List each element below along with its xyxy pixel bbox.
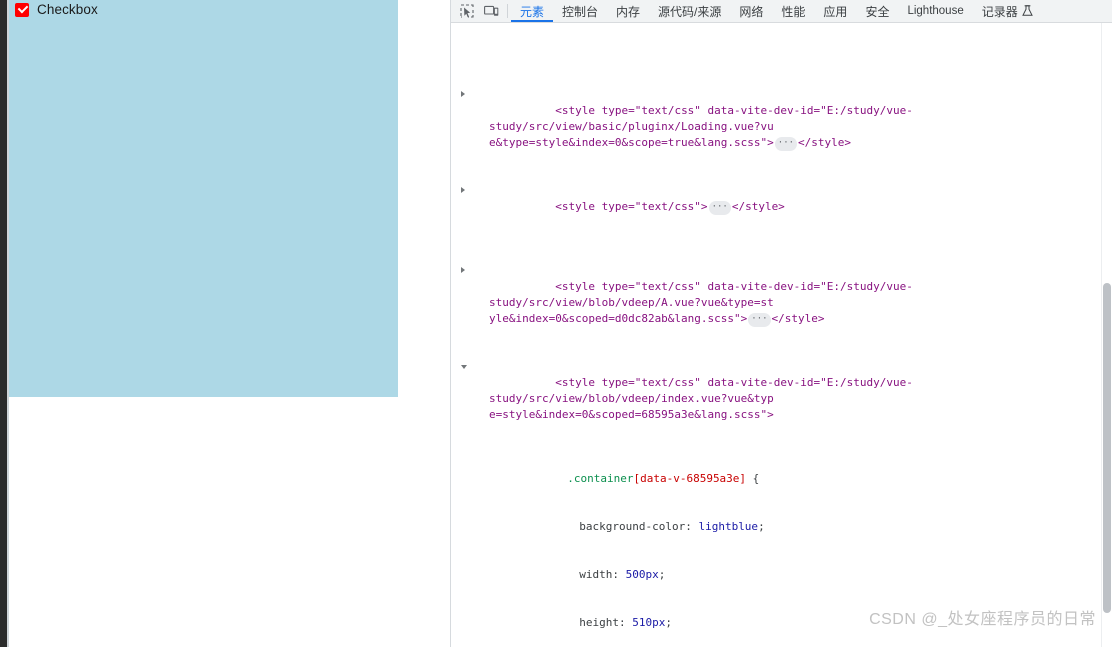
checkbox-checkmark-icon [15, 3, 29, 17]
demo-container: Checkbox [9, 0, 398, 397]
tab-lighthouse[interactable]: Lighthouse [898, 0, 972, 22]
ant-checkbox-wrapper[interactable]: Checkbox [9, 0, 98, 17]
devtools-panel: 元素 控制台 内存 源代码/来源 网络 性能 应用 安全 Lighthouse … [450, 0, 1112, 647]
tab-security[interactable]: 安全 [856, 0, 898, 22]
dom-line-text-cont: yle&index=0&scoped=d0dc82ab&lang.scss"> [489, 312, 748, 325]
tab-console[interactable]: 控制台 [553, 0, 607, 22]
css-prop-name: height [579, 616, 619, 629]
dom-node-style-empty[interactable]: <style type="text/css"> ··· </style> [451, 183, 1112, 215]
tab-sources[interactable]: 源代码/来源 [649, 0, 730, 22]
dom-line-text: <style type="text/css"> [555, 200, 708, 213]
css-prop-name: width [579, 568, 613, 581]
css-brace: { [746, 472, 760, 485]
dom-tree-pane[interactable]: <style type="text/css" data-vite-dev-id=… [451, 23, 1112, 647]
tab-application[interactable]: 应用 [814, 0, 856, 22]
css-selector: .container [567, 472, 634, 485]
device-toolbar-icon[interactable] [479, 0, 504, 22]
collapsed-content-badge[interactable]: ··· [748, 313, 771, 327]
checkbox-label: Checkbox [37, 2, 98, 18]
dom-line-text-cont: e=style&index=0&scoped=68595a3e&lang.scs… [489, 408, 774, 421]
flask-icon [1021, 5, 1033, 17]
dom-line-text-cont: e&type=style&index=0&scope=true&lang.scs… [489, 136, 774, 149]
watermark: CSDN @_处女座程序员的日常 [869, 611, 1096, 628]
dom-line-text: <style type="text/css" data-vite-dev-id=… [489, 104, 913, 133]
browser-viewport: Checkbox [0, 0, 450, 647]
tab-recorder-label: 记录器 [981, 4, 1018, 19]
devtools-scrollbar-thumb[interactable] [1103, 283, 1111, 613]
css-declaration: background-color: lightblue; [579, 520, 765, 533]
tab-elements[interactable]: 元素 [511, 0, 553, 22]
dom-node-style-loading[interactable]: <style type="text/css" data-vite-dev-id=… [451, 87, 1112, 151]
tab-network[interactable]: 网络 [730, 0, 772, 22]
tab-memory[interactable]: 内存 [607, 0, 649, 22]
collapsed-content-badge[interactable]: ··· [774, 137, 798, 151]
css-selector-attr: [data-v-68595a3e] [633, 472, 747, 485]
collapsed-content-badge[interactable]: ··· [708, 201, 731, 215]
app-content: Checkbox [9, 0, 450, 647]
dom-node-style-index-vue[interactable]: <style type="text/css" data-vite-dev-id=… [451, 359, 1112, 421]
css-declaration: width: 500px; [579, 568, 666, 581]
devtools-toolbar: 元素 控制台 内存 源代码/来源 网络 性能 应用 安全 Lighthouse … [451, 0, 1112, 23]
css-prop-value: 500px [625, 568, 659, 581]
dom-line-text-close: </style> [771, 312, 825, 325]
dom-node-style-a-vue[interactable]: <style type="text/css" data-vite-dev-id=… [451, 263, 1112, 327]
devtools-scrollbar[interactable] [1101, 23, 1112, 647]
css-prop-value: 510px [632, 616, 666, 629]
screen-root: Checkbox 元素 控制台 内存 源代码/来源 网络 性能 应用 安全 Li… [0, 0, 1112, 647]
toolbar-divider [507, 4, 508, 18]
dom-line-text: <style type="text/css" data-vite-dev-id=… [489, 376, 913, 405]
dom-line-text: <style type="text/css" data-vite-dev-id=… [489, 280, 913, 309]
css-prop-name: background-color [579, 520, 686, 533]
css-rule-container-selector: .container[data-v-68595a3e] { [451, 455, 1112, 485]
devtools-tab-strip: 元素 控制台 内存 源代码/来源 网络 性能 应用 安全 Lighthouse … [511, 0, 1042, 22]
dom-line-text-close: </style> [731, 200, 785, 213]
tab-recorder[interactable]: 记录器 [973, 0, 1042, 22]
ant-checkbox[interactable] [15, 3, 29, 17]
tab-performance[interactable]: 性能 [772, 0, 814, 22]
app-side-rail [0, 0, 7, 647]
inspect-element-icon[interactable] [454, 0, 479, 22]
css-prop-value: lightblue [698, 520, 759, 533]
dom-line-text-close: </style> [798, 136, 852, 149]
dom-tree: <style type="text/css" data-vite-dev-id=… [451, 23, 1112, 647]
